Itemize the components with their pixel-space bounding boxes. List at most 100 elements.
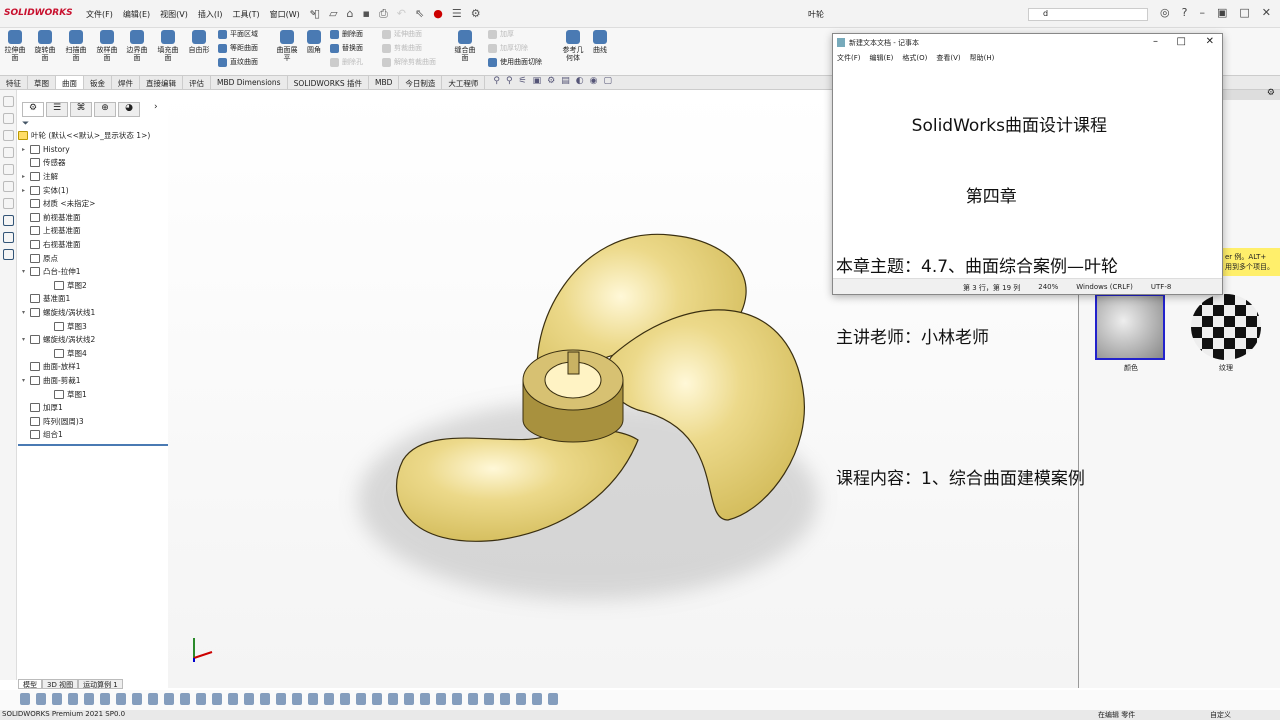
tool-icon[interactable] [356, 693, 366, 705]
tool-icon[interactable] [228, 693, 238, 705]
tree-item[interactable]: 基准面1 [18, 292, 168, 306]
thicken-button[interactable]: 加厚 [488, 29, 542, 39]
tab-surfaces[interactable]: 曲面 [56, 76, 84, 89]
tool-icon[interactable] [116, 693, 126, 705]
notepad-maximize-button[interactable]: □ [1177, 36, 1186, 47]
new-icon[interactable]: ▯ [314, 7, 320, 21]
menu-file[interactable]: 文件(F) [86, 9, 113, 20]
np-menu-file[interactable]: 文件(F) [837, 53, 861, 63]
tab-addins[interactable]: SOLIDWORKS 插件 [288, 76, 369, 89]
options-gear-icon[interactable]: ⚙ [471, 7, 481, 21]
surface-flatten-button[interactable]: 曲面展平 [274, 30, 300, 62]
expand-toggle-icon[interactable]: ▸ [22, 187, 30, 194]
tab-weldments[interactable]: 焊件 [112, 76, 140, 89]
tree-item[interactable]: ▾ 螺旋线/涡状线2 [18, 333, 168, 347]
tool-icon[interactable] [292, 693, 302, 705]
freeform-button[interactable]: 自由形 [186, 30, 212, 54]
tool-icon[interactable] [452, 693, 462, 705]
tree-item[interactable]: 草图1 [18, 387, 168, 401]
tree-item[interactable]: ▾ 螺旋线/涡状线1 [18, 306, 168, 320]
tree-item[interactable]: 草图3 [18, 319, 168, 333]
tool-icon[interactable] [308, 693, 318, 705]
tool-icon[interactable] [516, 693, 526, 705]
restore-button[interactable]: ▣ [1217, 6, 1227, 19]
help-icon[interactable]: ? [1182, 6, 1188, 19]
delete-face-button[interactable]: 删除面 [330, 29, 363, 39]
tool-icon[interactable] [324, 693, 334, 705]
feature-manager-tab[interactable]: ⚙ [22, 102, 44, 117]
notepad-text-area[interactable]: SolidWorks曲面设计课程 第四章 本章主题：4.7、曲面综合案例—叶轮 … [833, 66, 1222, 540]
tree-item[interactable]: ▾ 曲面-剪裁1 [18, 374, 168, 388]
menu-tools[interactable]: 工具(T) [232, 9, 259, 20]
expand-arrow-icon[interactable]: › [154, 102, 158, 117]
tab-mbd-dimensions[interactable]: MBD Dimensions [211, 76, 288, 89]
tree-item[interactable]: 阵列(圆周)3 [18, 414, 168, 428]
tree-item[interactable]: 草图2 [18, 279, 168, 293]
undo-icon[interactable]: ↶ [397, 7, 406, 21]
tool-icon[interactable] [340, 693, 350, 705]
offset-surface-button[interactable]: 等距曲面 [218, 43, 258, 53]
tool-icon[interactable] [148, 693, 158, 705]
tool-icon[interactable] [36, 693, 46, 705]
lofted-surface-button[interactable]: 放样曲面 [94, 30, 120, 62]
tab-engineer[interactable]: 大工程师 [442, 76, 486, 89]
tool-icon[interactable] [20, 693, 30, 705]
tool-icon[interactable] [84, 693, 94, 705]
knit-surface-button[interactable]: 缝合曲面 [452, 30, 478, 62]
tree-item[interactable]: ▸ 实体(1) [18, 183, 168, 197]
revolved-surface-button[interactable]: 旋转曲面 [32, 30, 58, 62]
reference-geometry-button[interactable]: 参考几何体 [560, 30, 586, 62]
tool-icon[interactable] [3, 147, 14, 158]
tool-icon[interactable] [3, 96, 14, 107]
tree-item[interactable]: 组合1 [18, 428, 168, 442]
tool-icon[interactable] [420, 693, 430, 705]
tool-icon[interactable] [3, 215, 14, 226]
tab-manufacturing[interactable]: 今日制造 [399, 76, 443, 89]
expand-toggle-icon[interactable]: ▸ [22, 146, 30, 153]
user-icon[interactable]: ◎ [1160, 6, 1170, 19]
minimize-button[interactable]: – [1199, 6, 1205, 19]
cut-with-surface-button[interactable]: 使用曲面切除 [488, 57, 542, 67]
units-dropdown[interactable]: 自定义 [1210, 710, 1231, 720]
expand-toggle-icon[interactable]: ▾ [22, 309, 30, 316]
save-icon[interactable]: ▪ [363, 7, 370, 21]
tree-item[interactable]: 传感器 [18, 156, 168, 170]
extend-surface-button[interactable]: 延伸曲面 [382, 29, 436, 39]
tab-direct-editing[interactable]: 直接编辑 [140, 76, 183, 89]
tree-item[interactable]: 加厚1 [18, 401, 168, 415]
expand-toggle-icon[interactable]: ▾ [22, 268, 30, 275]
display-manager-tab[interactable]: ◕ [118, 102, 140, 117]
filled-surface-button[interactable]: 填充曲面 [155, 30, 181, 62]
tree-item[interactable]: ▾ 凸台-拉伸1 [18, 265, 168, 279]
menu-view[interactable]: 视图(V) [160, 9, 188, 20]
menu-window[interactable]: 窗口(W) [270, 9, 300, 20]
expand-toggle-icon[interactable]: ▾ [22, 336, 30, 343]
tree-item[interactable]: 右视基准面 [18, 238, 168, 252]
tab-motion-study[interactable]: 运动算例 1 [78, 679, 123, 689]
tree-item[interactable]: 材质 <未指定> [18, 197, 168, 211]
tool-icon[interactable] [388, 693, 398, 705]
np-menu-help[interactable]: 帮助(H) [970, 53, 995, 63]
tree-item[interactable]: ▸ History [18, 143, 168, 157]
select-icon[interactable]: ⇖ [415, 7, 424, 21]
tool-icon[interactable] [276, 693, 286, 705]
search-input[interactable]: d [1028, 8, 1148, 21]
filter-icon[interactable]: ⏷ [18, 119, 168, 129]
tool-icon[interactable] [468, 693, 478, 705]
tool-icon[interactable] [484, 693, 494, 705]
tree-root[interactable]: 叶轮 (默认<<默认>_显示状态 1>) [18, 129, 168, 143]
tool-icon[interactable] [3, 164, 14, 175]
tool-icon[interactable] [532, 693, 542, 705]
boundary-surface-button[interactable]: 边界曲面 [124, 30, 150, 62]
tool-icon[interactable] [180, 693, 190, 705]
tab-features[interactable]: 特征 [0, 76, 28, 89]
curves-button[interactable]: 曲线 [587, 30, 613, 54]
notepad-minimize-button[interactable]: – [1153, 36, 1158, 47]
tab-sheet-metal[interactable]: 钣金 [84, 76, 112, 89]
tool-icon[interactable] [68, 693, 78, 705]
menu-insert[interactable]: 插入(I) [198, 9, 223, 20]
heads-up-view-toolbar[interactable]: ⚲⚲⚟▣⚙▤◐◉▢ [485, 76, 618, 89]
tool-icon[interactable] [548, 693, 558, 705]
np-menu-view[interactable]: 查看(V) [936, 53, 960, 63]
tool-icon[interactable] [3, 181, 14, 192]
